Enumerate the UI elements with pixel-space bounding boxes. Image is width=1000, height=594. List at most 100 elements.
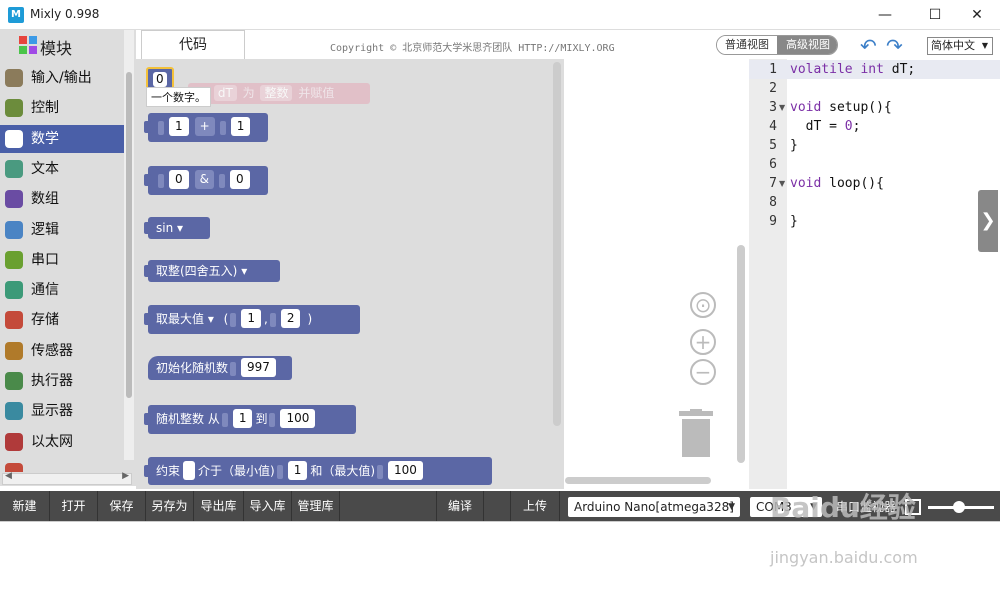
ghost-declare-block: 明 dT 为 整数 并赋值 bbox=[188, 83, 370, 104]
category-label: 数组 bbox=[31, 191, 59, 208]
minmax-dropdown[interactable]: 取最大值 bbox=[156, 312, 204, 326]
toolbox-category[interactable]: 控制 bbox=[0, 94, 124, 122]
round-function-dropdown[interactable]: 取整(四舍五入) bbox=[156, 264, 237, 278]
toolbox-category[interactable]: 数学 bbox=[0, 124, 124, 153]
line-number: 1 bbox=[769, 62, 777, 77]
export-library-button[interactable]: 导出库 bbox=[194, 491, 244, 521]
toolbox-category[interactable]: 输入/输出 bbox=[0, 64, 124, 92]
toolbox-category[interactable]: ... bbox=[0, 458, 124, 472]
toolbox-title: 模块 bbox=[40, 39, 73, 58]
close-button[interactable]: ✕ bbox=[954, 0, 1000, 30]
random-to-field[interactable]: 100 bbox=[280, 409, 316, 428]
manage-library-button[interactable]: 管理库 bbox=[292, 491, 340, 521]
flyout-scrollbar[interactable] bbox=[553, 62, 561, 426]
toolbox-scroll-thumb[interactable] bbox=[126, 72, 132, 398]
upload-button[interactable]: 上传 bbox=[510, 491, 560, 521]
seed-value-field[interactable]: 997 bbox=[241, 358, 276, 377]
toolbox-category[interactable]: 存储 bbox=[0, 306, 124, 334]
open-button[interactable]: 打开 bbox=[50, 491, 98, 521]
collapse-code-icon[interactable]: ❯ bbox=[978, 190, 998, 252]
sensor-icon bbox=[5, 341, 23, 360]
code-line: dT = 0; bbox=[790, 119, 861, 134]
code-line: void setup(){ bbox=[790, 100, 892, 115]
language-value: 简体中文 bbox=[931, 39, 975, 52]
zoom-in-icon[interactable]: + bbox=[690, 329, 716, 355]
toolbox-category[interactable]: 数组 bbox=[0, 185, 124, 213]
bitwise-op-dropdown[interactable]: & bbox=[194, 170, 214, 189]
category-label: 执行器 bbox=[31, 373, 73, 389]
import-library-button[interactable]: 导入库 bbox=[244, 491, 292, 521]
toolbox-header: 模块 bbox=[0, 30, 136, 60]
language-select[interactable]: 简体中文 ▼ bbox=[927, 37, 993, 55]
block-tooltip: 一个数字。 bbox=[146, 87, 211, 107]
number-value[interactable]: 0 bbox=[153, 72, 167, 87]
fold-marker-icon[interactable]: ▼ bbox=[779, 98, 785, 117]
tab-code[interactable]: 代码 bbox=[141, 30, 245, 59]
arith-a-field[interactable]: 1 bbox=[169, 117, 189, 136]
advanced-view-button[interactable]: 高级视图 bbox=[777, 36, 837, 54]
pen-icon bbox=[5, 250, 23, 269]
toolbox-category[interactable]: 串口 bbox=[0, 246, 124, 274]
category-label: 逻辑 bbox=[31, 221, 59, 238]
toolbox-category[interactable]: 通信 bbox=[0, 276, 124, 304]
zoom-out-icon[interactable]: − bbox=[690, 359, 716, 385]
toolbox-category[interactable]: 执行器 bbox=[0, 367, 124, 395]
view-toggle[interactable]: 普通视图 高级视图 bbox=[716, 35, 838, 55]
recenter-icon[interactable]: ⊙ bbox=[690, 292, 716, 318]
toolbox-category[interactable]: 文本 bbox=[0, 155, 124, 183]
minmax-block[interactable]: 取最大值 ▾ (1, 2) bbox=[144, 305, 360, 334]
random-seed-block[interactable]: 初始化随机数 997 bbox=[148, 356, 292, 380]
workspace-vertical-scrollbar[interactable] bbox=[737, 245, 745, 463]
constrain-block[interactable]: 约束 介于（最小值) 1 和（最大值) 100 bbox=[144, 457, 492, 485]
new-button[interactable]: 新建 bbox=[0, 491, 50, 521]
save-as-button[interactable]: 另存为 bbox=[146, 491, 194, 521]
arithmetic-block[interactable]: 1 +1 bbox=[144, 113, 268, 142]
normal-view-button[interactable]: 普通视图 bbox=[717, 36, 777, 54]
bitwise-block[interactable]: 0 & 0 bbox=[144, 166, 268, 195]
bitwise-a-field[interactable]: 0 bbox=[169, 170, 189, 189]
constrain-min-field[interactable]: 1 bbox=[287, 461, 308, 480]
monitor-icon bbox=[5, 402, 23, 421]
puzzle-icon bbox=[19, 36, 37, 54]
seed-label: 初始化随机数 bbox=[156, 361, 229, 375]
trash-icon[interactable] bbox=[679, 409, 713, 457]
watermark-brand: Baidu经验 bbox=[770, 491, 916, 524]
random-int-block[interactable]: 随机整数 从 1 到 100 bbox=[144, 405, 356, 434]
redo-icon[interactable]: ↷ bbox=[886, 34, 903, 58]
text-t-icon bbox=[5, 159, 23, 178]
watermark-url: jingyan.baidu.com bbox=[770, 548, 918, 567]
category-label: ... bbox=[31, 463, 45, 472]
board-select[interactable]: Arduino Nano[atmega328] ▼ bbox=[568, 497, 740, 517]
workspace-horizontal-scrollbar[interactable] bbox=[565, 477, 711, 484]
bitwise-b-field[interactable]: 0 bbox=[230, 170, 250, 189]
round-block[interactable]: 取整(四舍五入) ▾ bbox=[144, 260, 280, 282]
arith-op-dropdown[interactable]: + bbox=[194, 117, 215, 136]
constrain-max-field[interactable]: 100 bbox=[388, 461, 423, 480]
save-button[interactable]: 保存 bbox=[98, 491, 146, 521]
trig-function-dropdown[interactable]: sin bbox=[156, 221, 173, 235]
minmax-b-field[interactable]: 2 bbox=[280, 309, 301, 328]
random-from-field[interactable]: 1 bbox=[232, 409, 253, 428]
code-line: volatile int dT; bbox=[790, 62, 916, 77]
toolbox-category[interactable]: 逻辑 bbox=[0, 216, 124, 244]
compile-button[interactable]: 编译 bbox=[436, 491, 484, 521]
category-label: 通信 bbox=[31, 282, 59, 299]
toolbox-category[interactable]: 显示器 bbox=[0, 397, 124, 425]
code-line: } bbox=[790, 138, 798, 153]
toolbox-category[interactable]: 以太网 bbox=[0, 428, 124, 456]
category-label: 串口 bbox=[31, 251, 59, 268]
code-line: void loop(){ bbox=[790, 176, 884, 191]
zoom-slider-handle[interactable] bbox=[953, 501, 965, 513]
trig-block[interactable]: sin ▾ bbox=[144, 217, 210, 239]
minimize-button[interactable]: — bbox=[862, 0, 908, 30]
satellite-icon bbox=[5, 281, 23, 300]
arith-b-field[interactable]: 1 bbox=[230, 117, 251, 136]
undo-icon[interactable]: ↶ bbox=[860, 34, 877, 58]
maximize-button[interactable]: ☐ bbox=[912, 0, 958, 30]
toolbox-category[interactable]: 传感器 bbox=[0, 337, 124, 365]
title-bar: M Mixly 0.998 — ☐ ✕ bbox=[0, 0, 1000, 30]
minmax-a-field[interactable]: 1 bbox=[241, 309, 261, 328]
toolbox-horizontal-scrollbar[interactable]: ◀ ▶ bbox=[2, 471, 132, 485]
fold-marker-icon[interactable]: ▼ bbox=[779, 174, 785, 193]
gamepad-icon bbox=[5, 99, 23, 118]
